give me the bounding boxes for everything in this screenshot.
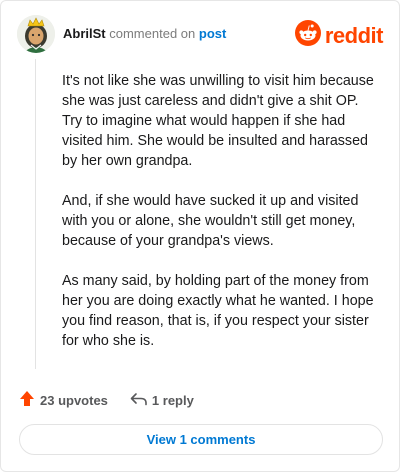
comment-card: AbrilSt commented on post reddit It's no…	[0, 0, 400, 472]
reply-button[interactable]: 1 reply	[130, 392, 194, 409]
comment-actions: 23 upvotes 1 reply	[19, 390, 194, 410]
username-link[interactable]: AbrilSt	[63, 26, 106, 41]
post-link[interactable]: post	[199, 26, 226, 41]
reddit-wordmark: reddit	[324, 22, 384, 48]
upvote-button[interactable]: 23 upvotes	[19, 390, 108, 410]
user-avatar-icon[interactable]	[17, 15, 55, 53]
thread-line[interactable]	[35, 59, 36, 369]
reply-count: 1 reply	[151, 392, 194, 408]
comment-paragraph: It's not like she was unwilling to visit…	[62, 73, 374, 169]
upvote-arrow-icon	[19, 390, 35, 410]
comment-header: AbrilSt commented on post	[63, 26, 226, 42]
upvote-count: 23 upvotes	[40, 392, 108, 408]
comment-paragraph: As many said, by holding part of the mon…	[62, 273, 374, 349]
reddit-snoo-icon	[294, 20, 321, 51]
commented-on-label: commented on	[109, 26, 196, 41]
comment-body: It's not like she was unwilling to visit…	[62, 71, 380, 371]
reddit-logo[interactable]: reddit	[294, 20, 384, 51]
reply-arrow-icon	[130, 392, 147, 409]
comment-paragraph: And, if she would have sucked it up and …	[62, 193, 359, 249]
view-comments-button[interactable]: View 1 comments	[19, 424, 383, 455]
